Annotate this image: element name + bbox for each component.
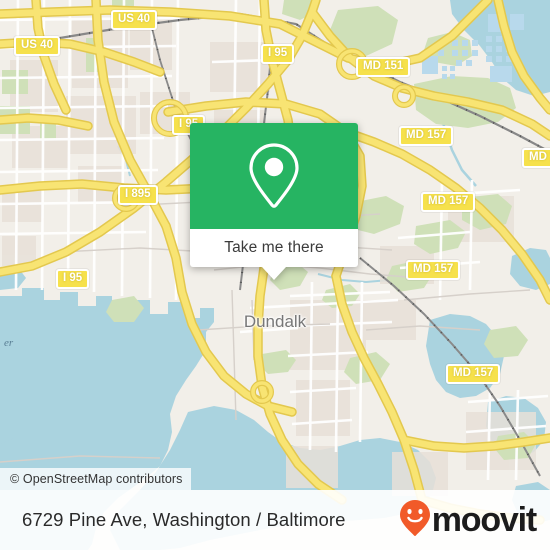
take-me-there-button[interactable]: Take me there	[190, 229, 358, 267]
callout-icon-panel	[190, 123, 358, 229]
take-me-there-label: Take me there	[224, 239, 324, 256]
map-screenshot: er US 40 US 40 I 95 I 95 I 895 I 95 MD 151 MD 1…	[0, 0, 550, 550]
callout-pointer	[262, 267, 286, 280]
attribution-text: © OpenStreetMap contributors	[10, 472, 183, 486]
address-text: 6729 Pine Ave, Washington / Baltimore	[22, 509, 346, 530]
moovit-wordmark: moovit	[431, 501, 537, 539]
moovit-logo[interactable]: moovit	[399, 499, 537, 542]
map-pin-icon	[246, 141, 302, 211]
moovit-smiley-pin-icon	[399, 499, 431, 542]
take-me-there-callout[interactable]: Take me there	[190, 123, 358, 280]
footer-bar: 6729 Pine Ave, Washington / Baltimore mo…	[0, 490, 550, 550]
place-label: Dundalk	[243, 312, 307, 331]
osm-attribution[interactable]: © OpenStreetMap contributors	[0, 468, 191, 490]
